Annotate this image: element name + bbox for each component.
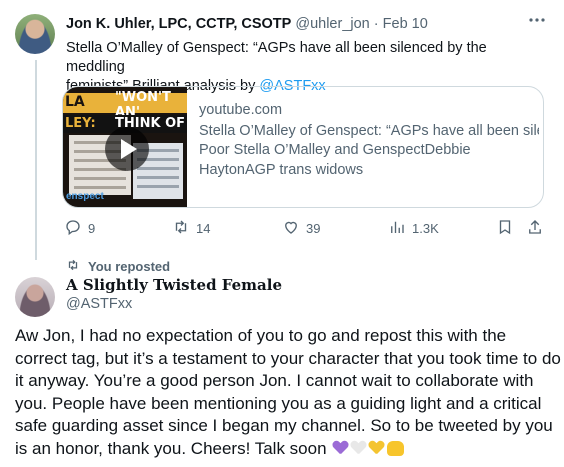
yellow-heart-icon xyxy=(369,441,384,456)
author-handle[interactable]: @ASTFxx xyxy=(66,296,132,312)
avatar[interactable] xyxy=(15,277,55,317)
reply-button[interactable]: 9 xyxy=(64,218,95,239)
raising-hands-icon xyxy=(386,440,404,456)
share-button[interactable] xyxy=(526,218,544,239)
tweet-header: Jon K. Uhler, LPC, CCTP, CSOTP @uhler_jo… xyxy=(66,16,428,32)
views-button[interactable]: 1.3K xyxy=(388,218,439,239)
more-options-icon[interactable] xyxy=(527,12,547,28)
bookmark-icon xyxy=(496,218,514,239)
card-domain: youtube.com xyxy=(199,102,283,118)
thread-connector-line xyxy=(35,60,37,260)
repost-icon xyxy=(66,258,80,275)
heart-icon xyxy=(282,218,300,239)
card-title: Stella O’Malley of Genspect: “AGPs have … xyxy=(199,122,539,139)
repost-button[interactable]: 14 xyxy=(172,218,210,239)
tweet-text-body: Aw Jon, I had no expectation of you to g… xyxy=(15,326,561,458)
tweet-date[interactable]: Feb 10 xyxy=(383,16,428,32)
separator-dot: · xyxy=(373,16,379,32)
reply-count: 9 xyxy=(88,221,96,236)
views-count: 1.3K xyxy=(412,221,439,236)
purple-heart-icon xyxy=(333,441,348,456)
author-handle[interactable]: @uhler_jon xyxy=(295,16,369,32)
like-button[interactable]: 39 xyxy=(282,218,320,239)
author-name[interactable]: Jon K. Uhler, LPC, CCTP, CSOTP xyxy=(66,16,291,32)
white-heart-icon xyxy=(351,441,366,456)
author-name[interactable]: A Slightly Twisted Female xyxy=(66,276,282,294)
like-count: 39 xyxy=(306,221,321,236)
repost-count: 14 xyxy=(196,221,211,236)
repost-context: You reposted xyxy=(66,258,170,275)
video-thumbnail[interactable]: LA "WON'T AN' LEY: THINK OF THE A enspec… xyxy=(63,87,187,207)
bookmark-button[interactable] xyxy=(496,218,514,239)
thumbnail-text: LA xyxy=(65,94,85,110)
tweet-actions: 9 14 39 1.3K xyxy=(62,218,548,238)
link-preview-card[interactable]: LA "WON'T AN' LEY: THINK OF THE A enspec… xyxy=(62,86,544,208)
repost-context-label[interactable]: You reposted xyxy=(88,259,170,274)
repost-icon xyxy=(172,218,190,239)
thumbnail-text: LEY: xyxy=(65,116,96,131)
share-icon xyxy=(526,218,544,239)
avatar[interactable] xyxy=(15,14,55,54)
thumbnail-brand: enspect xyxy=(66,191,104,202)
play-icon[interactable] xyxy=(105,127,149,171)
views-icon xyxy=(388,218,406,239)
tweet-text: Aw Jon, I had no expectation of you to g… xyxy=(15,325,561,461)
card-description: HaytonAGP trans widows xyxy=(199,161,364,178)
card-body[interactable]: youtube.com Stella O’Malley of Genspect:… xyxy=(199,101,539,180)
reply-icon xyxy=(64,218,82,239)
tweet-text-line: Stella O’Malley of Genspect: “AGPs have … xyxy=(66,40,487,75)
card-description: Poor Stella O’Malley and GenspectDebbie xyxy=(199,142,471,158)
